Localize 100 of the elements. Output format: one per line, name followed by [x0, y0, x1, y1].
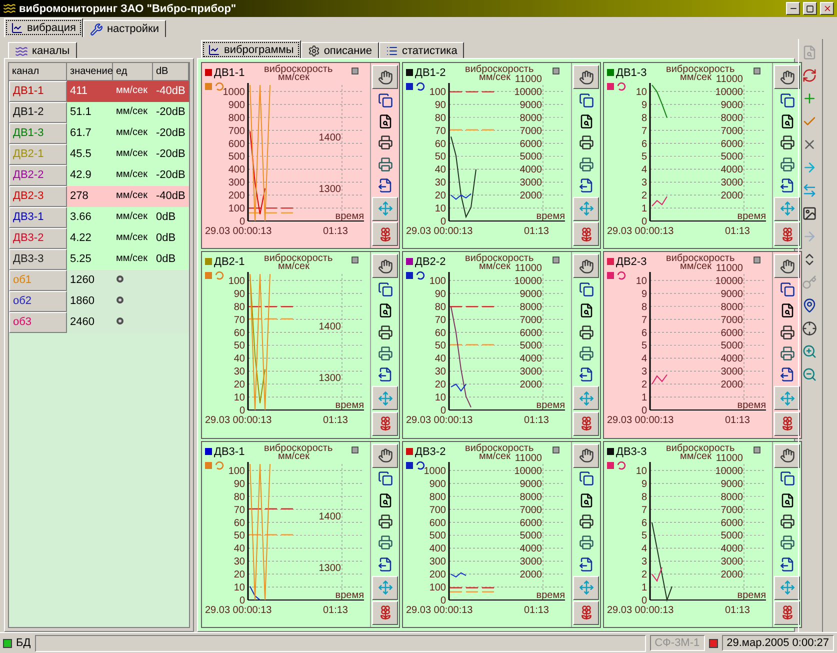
move-button[interactable]	[372, 196, 398, 221]
axis-tick-label: 01:13	[322, 415, 348, 426]
maximize-button[interactable]	[803, 2, 817, 15]
move-button[interactable]	[372, 576, 398, 600]
hand-icon	[780, 258, 794, 274]
channel-name: ДВ1-2	[9, 102, 67, 123]
axis-tick-label: 7000	[720, 315, 743, 326]
move-button[interactable]	[774, 196, 800, 221]
key-button[interactable]	[800, 273, 818, 291]
axis-tick-label: 9000	[720, 100, 743, 111]
axis-tick-label: 90	[234, 289, 245, 300]
table-row[interactable]: ДВ3-1 3.66 мм/сек 0dB	[9, 207, 189, 228]
move-button[interactable]	[573, 196, 599, 221]
axis-tick-label: 7000	[520, 504, 542, 516]
axis-tick-label: 20	[434, 380, 446, 391]
printer-icon	[378, 514, 392, 530]
printer-icon	[780, 535, 794, 550]
axis-tick-label: 9000	[520, 289, 542, 300]
table-cell-text: -40dB	[155, 189, 186, 204]
table-row[interactable]: ДВ1-2 51.1 мм/сек -20dB	[9, 102, 189, 123]
axis-tick-label: 5	[641, 152, 647, 163]
preview-icon	[578, 492, 594, 508]
hand-button[interactable]	[573, 65, 599, 89]
flower-button[interactable]	[372, 600, 398, 625]
axis-tick-label: 80	[234, 492, 245, 503]
hand-button[interactable]	[372, 254, 398, 278]
axis-tick-label: 9	[641, 478, 647, 490]
hand-button[interactable]	[774, 65, 800, 89]
axis-tick-label: 300	[228, 178, 245, 189]
hand-button[interactable]	[372, 65, 398, 89]
channel-name: ДВ1-3	[9, 123, 67, 144]
close-button[interactable]	[820, 2, 834, 15]
table-row[interactable]: ДВ3-2 4.22 мм/сек 0dB	[9, 228, 189, 249]
tab[interactable]: описание	[300, 42, 379, 59]
axis-tick-label: 90	[234, 478, 245, 490]
table-cell-text: мм/сек	[115, 189, 148, 203]
axis-tick-label: 6000	[720, 328, 743, 340]
table-row[interactable]: ДВ1-1 411 мм/сек -40dB	[9, 81, 189, 102]
preview-icon	[780, 114, 794, 130]
flower-button[interactable]	[372, 222, 398, 246]
hand-button[interactable]	[774, 254, 800, 278]
table-row[interactable]: ДВ1-3 61.7 мм/сек -20dB	[9, 123, 189, 144]
axis-tick-label: 8000	[520, 492, 542, 503]
axis-tick-label: 0	[440, 216, 446, 228]
column-header: dB	[153, 63, 189, 81]
table-row[interactable]: ДВ2-2 42.9 мм/сек -20dB	[9, 165, 189, 186]
axis-tick-label: 6000	[720, 138, 743, 150]
axis-tick-label: 200	[228, 190, 245, 202]
crosshair-icon	[802, 320, 816, 336]
legend-label: ДВ3-1	[214, 446, 245, 458]
axis-tick-label: 0	[239, 595, 245, 606]
move-button[interactable]	[774, 386, 800, 410]
axis-tick-label: 10	[636, 276, 647, 288]
move-button[interactable]	[573, 386, 599, 410]
hand-button[interactable]	[573, 444, 599, 468]
axis-tick-label: 01:13	[524, 415, 549, 426]
axis-tick-label: 2000	[720, 190, 743, 202]
hand-icon	[780, 448, 794, 464]
flower-button[interactable]	[573, 222, 599, 246]
axis-tick-label: 0	[440, 406, 446, 417]
axis-tick-label: 01:13	[724, 415, 750, 426]
unit-label: мм/сек	[680, 72, 712, 83]
hand-button[interactable]	[372, 444, 398, 468]
tab[interactable]: настройки	[82, 20, 166, 37]
axis-label: время	[536, 400, 565, 412]
axis-tick-label: 400	[429, 543, 446, 554]
flower-button[interactable]	[774, 412, 800, 436]
minimize-button[interactable]	[786, 2, 800, 15]
object-icon	[116, 275, 124, 283]
export-icon	[578, 178, 594, 194]
table-row[interactable]: ДВ2-1 45.5 мм/сек -20dB	[9, 144, 189, 165]
table-row[interactable]: ДВ2-3 278 мм/сек -40dB	[9, 186, 189, 207]
move-button[interactable]	[774, 576, 800, 600]
tab[interactable]: каналы	[8, 42, 77, 59]
flower-button[interactable]	[573, 412, 599, 436]
axis-tick-label: 300	[429, 556, 446, 568]
tab[interactable]: виброграммы	[201, 40, 301, 59]
hand-icon	[780, 70, 794, 84]
axis-tick-label: 01:13	[524, 604, 549, 616]
tab[interactable]: статистика	[379, 42, 464, 59]
axis-tick-label: 800	[429, 492, 446, 503]
flower-button[interactable]	[774, 600, 800, 625]
axis-tick-label: 30	[434, 178, 446, 189]
table-row[interactable]: об3 2460	[9, 312, 189, 333]
flower-button[interactable]	[372, 412, 398, 436]
flower-icon	[578, 416, 594, 432]
table-row[interactable]: об1 1260	[9, 270, 189, 291]
hand-button[interactable]	[774, 444, 800, 468]
flower-button[interactable]	[774, 222, 800, 246]
printer-icon	[578, 346, 594, 362]
move-button[interactable]	[573, 576, 599, 600]
move-button[interactable]	[372, 386, 398, 410]
table-row[interactable]: об2 1860	[9, 291, 189, 312]
flower-button[interactable]	[573, 600, 599, 625]
preview-icon	[780, 492, 794, 508]
crosshair-button[interactable]	[800, 319, 818, 337]
tab[interactable]: вибрация	[4, 18, 83, 37]
table-row[interactable]: ДВ3-3 5.25 мм/сек 0dB	[9, 249, 189, 270]
hand-button[interactable]	[573, 254, 599, 278]
axis-tick-label: 80	[434, 112, 446, 124]
